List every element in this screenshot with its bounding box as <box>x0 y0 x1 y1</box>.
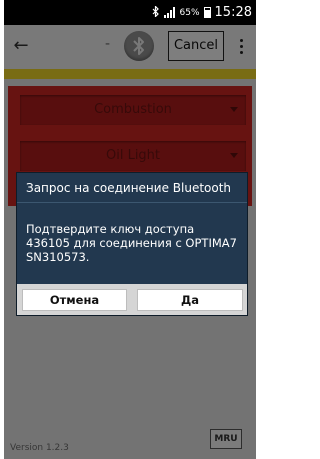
dialog-divider <box>17 202 247 203</box>
battery-percent: 65% <box>179 7 200 18</box>
dialog-title: Запрос на соединение Bluetooth <box>26 181 232 195</box>
dialog-button-bar: Отмена Да <box>17 284 247 315</box>
status-bar: 65% 15:28 <box>4 0 256 25</box>
dialog-cancel-button[interactable]: Отмена <box>22 289 127 311</box>
bluetooth-pairing-dialog: Запрос на соединение Bluetooth Подтверди… <box>16 172 248 316</box>
clock: 15:28 <box>214 5 252 20</box>
dialog-message: Подтвердите ключ доступа 436105 для соед… <box>26 222 237 264</box>
bluetooth-status-icon <box>152 4 160 20</box>
app-screen: 65% 15:28 ← - Cancel Combustion Oil Ligh… <box>4 0 256 459</box>
battery-icon <box>203 7 211 18</box>
dialog-ok-button[interactable]: Да <box>137 289 243 311</box>
signal-icon <box>163 7 176 18</box>
